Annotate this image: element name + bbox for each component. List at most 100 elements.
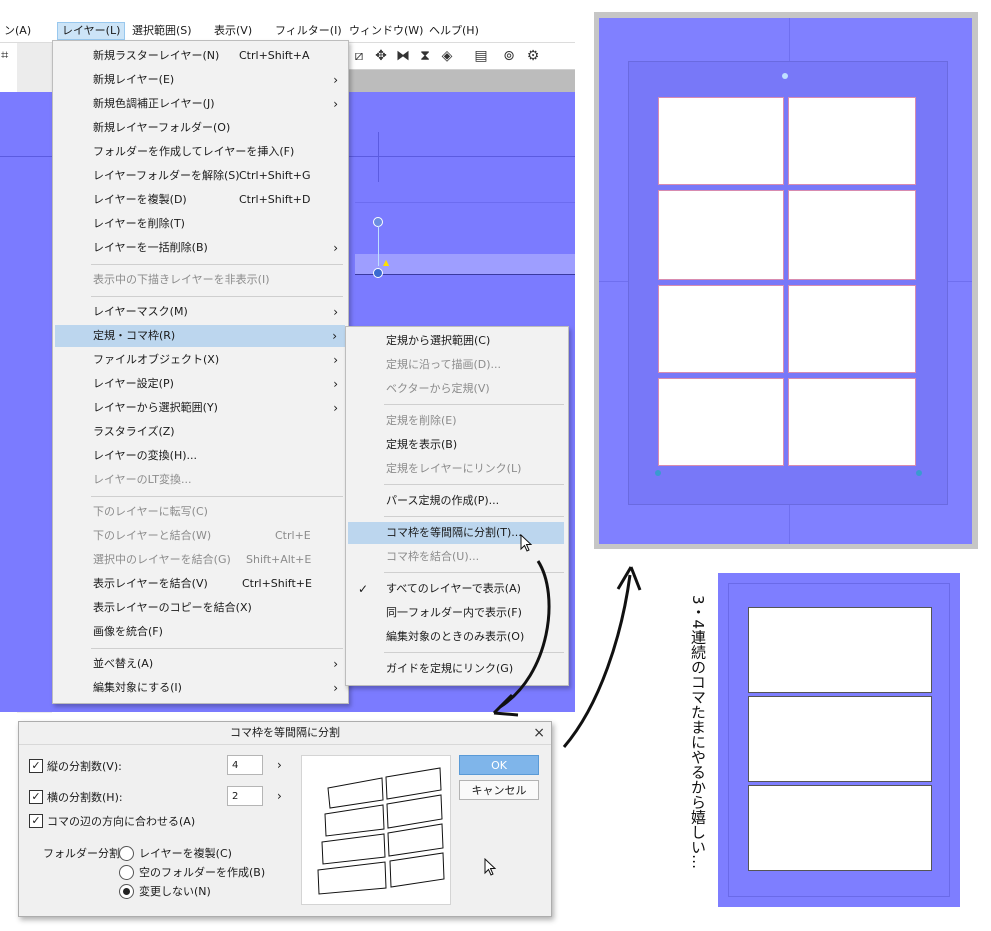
menu-item-layer-mask[interactable]: レイヤーマスク(M) › bbox=[53, 301, 348, 323]
settings-icon[interactable]: ⚙ bbox=[524, 47, 542, 65]
menu-item-new-correction-layer[interactable]: 新規色調補正レイヤー(J) › bbox=[53, 93, 348, 115]
help-icon[interactable]: ⊚ bbox=[500, 47, 518, 65]
cancel-button[interactable]: キャンセル bbox=[459, 780, 539, 800]
menu-item-file-object[interactable]: ファイルオブジェクト(X) › bbox=[53, 349, 348, 371]
arrow-annotation bbox=[492, 560, 642, 748]
dialog-title: コマ枠を等間隔に分割 bbox=[19, 722, 551, 745]
menu-separator bbox=[91, 496, 343, 497]
menu-separator bbox=[384, 516, 564, 517]
vertical-divisions-checkbox[interactable]: ✓ bbox=[29, 759, 43, 773]
comic-panel[interactable] bbox=[748, 785, 932, 871]
comic-panel[interactable] bbox=[658, 285, 784, 373]
menu-item-merge-visible[interactable]: 表示レイヤーを結合(V) Ctrl+Shift+E bbox=[53, 573, 348, 595]
move-icon[interactable]: ✥ bbox=[372, 47, 390, 65]
menu-item-batch-delete[interactable]: レイヤーを一括削除(B) › bbox=[53, 237, 348, 259]
menu-item-delete-layer[interactable]: レイヤーを削除(T) bbox=[53, 213, 348, 235]
menu-item-duplicate-layer[interactable]: レイヤーを複製(D) Ctrl+Shift+D bbox=[53, 189, 348, 211]
chevron-right-icon: › bbox=[333, 73, 338, 87]
ruler-tool-icon[interactable]: ⧄ bbox=[350, 47, 368, 65]
chevron-right-icon: › bbox=[333, 305, 338, 319]
annotation-text: 3・4連続のコマたまにやるから嬉しい… bbox=[689, 595, 707, 870]
menu-animation[interactable]: ン(A) bbox=[0, 23, 35, 39]
menu-item-new-layer[interactable]: 新規レイヤー(E) › bbox=[53, 69, 348, 91]
panel-icon[interactable]: ▤ bbox=[472, 47, 490, 65]
ruler-handle[interactable] bbox=[916, 470, 922, 476]
menu-item-set-edit-target[interactable]: 編集対象にする(I) › bbox=[53, 677, 348, 699]
division-preview-diagram bbox=[317, 767, 445, 895]
folder-split-label: フォルダー分割: bbox=[43, 847, 124, 860]
menu-item-new-layer-folder[interactable]: 新規レイヤーフォルダー(O) bbox=[53, 117, 348, 139]
vertical-divisions-row: ✓ 縦の分割数(V): bbox=[29, 758, 122, 776]
radio-empty-folder[interactable]: 空のフォルダーを作成(B) bbox=[119, 864, 265, 882]
menu-selection[interactable]: 選択範囲(S) bbox=[128, 23, 196, 39]
menu-item-layer-settings[interactable]: レイヤー設定(P) › bbox=[53, 373, 348, 395]
tab-strip bbox=[348, 70, 575, 92]
guide-line bbox=[378, 132, 379, 182]
ruler-handle[interactable] bbox=[655, 470, 661, 476]
menu-item-merge-down[interactable]: 下のレイヤーと結合(W) Ctrl+E bbox=[53, 525, 348, 547]
horizontal-divisions-checkbox[interactable]: ✓ bbox=[29, 790, 43, 804]
vertical-divisions-input[interactable]: 4 bbox=[227, 755, 263, 775]
comic-panel[interactable] bbox=[788, 285, 916, 373]
comic-panel[interactable] bbox=[788, 378, 916, 466]
menu-item-rasterize[interactable]: ラスタライズ(Z) bbox=[53, 421, 348, 443]
menu-item-release-folder[interactable]: レイヤーフォルダーを解除(S) Ctrl+Shift+G bbox=[53, 165, 348, 187]
radio-button[interactable] bbox=[119, 864, 134, 880]
layers-icon[interactable]: ◈ bbox=[438, 47, 456, 65]
menu-item-flatten-image[interactable]: 画像を統合(F) bbox=[53, 621, 348, 643]
submenu-item-selection-from-ruler[interactable]: 定規から選択範囲(C) bbox=[346, 330, 568, 352]
radio-duplicate-layer[interactable]: レイヤーを複製(C) bbox=[119, 845, 232, 863]
submenu-item-link-ruler-layer[interactable]: 定規をレイヤーにリンク(L) bbox=[346, 458, 568, 480]
menu-item-reorder[interactable]: 並べ替え(A) › bbox=[53, 653, 348, 675]
align-edge-checkbox[interactable]: ✓ bbox=[29, 814, 43, 828]
menu-item-create-folder-insert[interactable]: フォルダーを作成してレイヤーを挿入(F) bbox=[53, 141, 348, 163]
menu-item-lt-convert[interactable]: レイヤーのLT変換... bbox=[53, 469, 348, 491]
mouse-cursor-icon bbox=[520, 534, 533, 552]
comic-panel[interactable] bbox=[658, 97, 784, 185]
menu-separator bbox=[384, 484, 564, 485]
comic-panel[interactable] bbox=[748, 696, 932, 782]
flip-vertical-icon[interactable]: ⧗ bbox=[416, 47, 434, 65]
submenu-item-create-perspective-ruler[interactable]: パース定規の作成(P)... bbox=[346, 490, 568, 512]
result-page-area bbox=[628, 61, 948, 505]
menu-view[interactable]: 表示(V) bbox=[210, 23, 256, 39]
menu-window[interactable]: ウィンドウ(W) bbox=[345, 23, 427, 39]
comic-panel[interactable] bbox=[658, 190, 784, 280]
submenu-item-ruler-from-vector[interactable]: ベクターから定規(V) bbox=[346, 378, 568, 400]
menu-separator bbox=[384, 404, 564, 405]
comic-panel[interactable] bbox=[748, 607, 932, 693]
ok-button[interactable]: OK bbox=[459, 755, 539, 775]
comic-panel[interactable] bbox=[788, 190, 916, 280]
menu-item-convert-layer[interactable]: レイヤーの変換(H)... bbox=[53, 445, 348, 467]
submenu-item-draw-along-ruler[interactable]: 定規に沿って描画(D)... bbox=[346, 354, 568, 376]
layer-menu: 新規ラスターレイヤー(N) Ctrl+Shift+A 新規レイヤー(E) › 新… bbox=[52, 40, 349, 704]
menu-item-ruler-frame[interactable]: 定規・コマ枠(R) › bbox=[55, 325, 345, 347]
radio-button[interactable] bbox=[119, 845, 134, 861]
menu-item-new-raster-layer[interactable]: 新規ラスターレイヤー(N) Ctrl+Shift+A bbox=[53, 45, 348, 67]
menu-item-transfer-down[interactable]: 下のレイヤーに転写(C) bbox=[53, 501, 348, 523]
menu-filter[interactable]: フィルター(I) bbox=[271, 23, 346, 39]
menu-item-hide-draft-layers[interactable]: 表示中の下描きレイヤーを非表示(I) bbox=[53, 269, 348, 291]
menu-help[interactable]: ヘルプ(H) bbox=[425, 23, 483, 39]
menu-item-selection-from-layer[interactable]: レイヤーから選択範囲(Y) › bbox=[53, 397, 348, 419]
ruler-handle[interactable] bbox=[373, 268, 383, 278]
chevron-right-icon: › bbox=[333, 353, 338, 367]
horizontal-divisions-input[interactable]: 2 bbox=[227, 786, 263, 806]
menu-item-merge-selected[interactable]: 選択中のレイヤーを結合(G) Shift+Alt+E bbox=[53, 549, 348, 571]
radio-no-change[interactable]: 変更しない(N) bbox=[119, 883, 211, 901]
flip-horizontal-icon[interactable]: ⧓ bbox=[394, 47, 412, 65]
chevron-right-icon[interactable]: › bbox=[277, 789, 282, 803]
comic-panel[interactable] bbox=[658, 378, 784, 466]
align-edge-row: ✓ コマの辺の方向に合わせる(A) bbox=[29, 813, 195, 831]
chevron-right-icon[interactable]: › bbox=[277, 758, 282, 772]
menu-item-merge-visible-copy[interactable]: 表示レイヤーのコピーを結合(X) bbox=[53, 597, 348, 619]
menu-layer[interactable]: レイヤー(L) bbox=[57, 22, 126, 40]
submenu-item-show-ruler[interactable]: 定規を表示(B) bbox=[346, 434, 568, 456]
frame-tool-icon[interactable]: ⌗ bbox=[1, 48, 8, 63]
submenu-item-delete-ruler[interactable]: 定規を削除(E) bbox=[346, 410, 568, 432]
comic-panel[interactable] bbox=[788, 97, 916, 185]
three-panel-preview bbox=[718, 573, 960, 907]
radio-button-selected[interactable] bbox=[119, 883, 134, 899]
ruler-handle[interactable] bbox=[782, 73, 788, 79]
command-bar: ⧄ ✥ ⧓ ⧗ ◈ ▤ ⊚ ⚙ bbox=[348, 43, 575, 70]
